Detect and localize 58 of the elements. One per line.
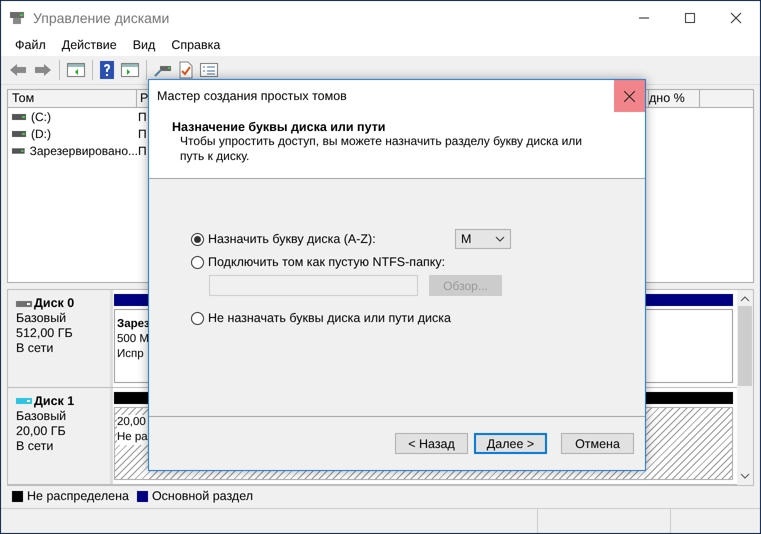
scroll-up-icon[interactable] xyxy=(740,296,750,302)
console-tree-icon[interactable] xyxy=(67,63,85,77)
legend-label: Не распределена xyxy=(27,489,129,503)
disk-type: Базовый xyxy=(16,311,68,326)
disk-connect-icon[interactable] xyxy=(154,63,172,77)
dialog-close-button[interactable] xyxy=(614,80,645,112)
disk-size: 512,00 ГБ xyxy=(16,326,74,341)
table-cell: П xyxy=(138,126,147,140)
cancel-button[interactable]: Отмена xyxy=(561,433,634,454)
menu-item[interactable]: Вид xyxy=(132,38,156,52)
menu-item[interactable]: Действие xyxy=(62,38,117,52)
table-cell: Зарезервировано... xyxy=(30,144,138,158)
back-button[interactable]: < Назад xyxy=(395,433,468,454)
action-pane-icon[interactable] xyxy=(121,63,139,77)
help-icon[interactable] xyxy=(100,61,114,79)
table-cell: (C:) xyxy=(31,110,51,124)
radio-option[interactable]: Не назначать буквы диска или пути диска xyxy=(191,311,455,325)
forward-arrow-icon[interactable] xyxy=(34,63,52,77)
partition-text: 20,00 xyxy=(117,414,147,430)
table-cell: (D:) xyxy=(31,126,51,140)
dialog-title: Мастер создания простых томов xyxy=(157,89,347,103)
disk-status: В сети xyxy=(16,341,54,356)
disk-status: В сети xyxy=(16,438,54,454)
checked-document-icon[interactable] xyxy=(179,61,193,79)
window-title: Управление дисками xyxy=(33,10,170,26)
next-button[interactable]: Далее > xyxy=(474,433,547,454)
table-cell: П xyxy=(138,144,147,158)
menu-item[interactable]: Файл xyxy=(15,38,46,52)
partition-text: Не ра xyxy=(117,430,148,444)
disk-type: Базовый xyxy=(16,408,68,424)
drive-icon xyxy=(12,148,25,154)
chevron-down-icon xyxy=(495,236,505,242)
radio-button[interactable] xyxy=(191,312,204,324)
table-cell: П xyxy=(138,110,147,124)
radio-option[interactable]: Назначить букву диска (A-Z): xyxy=(191,232,455,246)
menu-item[interactable]: Справка xyxy=(171,38,220,52)
disk-management-icon xyxy=(9,10,25,24)
disk-name: Диск 0 xyxy=(34,296,74,311)
partition-text: 500 М xyxy=(117,332,150,347)
maximize-icon[interactable] xyxy=(684,12,696,24)
legend-label: Основной раздел xyxy=(152,489,254,503)
disk-size: 20,00 ГБ xyxy=(16,424,67,438)
scroll-down-icon[interactable] xyxy=(740,473,750,479)
drive-icon xyxy=(12,114,26,120)
close-icon[interactable] xyxy=(730,12,742,24)
close-icon xyxy=(624,90,635,102)
drive-letter-dropdown[interactable]: M xyxy=(455,229,511,249)
back-arrow-icon[interactable] xyxy=(9,63,27,77)
dialog-heading: Назначение буквы диска или пути xyxy=(172,120,386,134)
drive-icon xyxy=(12,130,26,136)
checklist-icon[interactable] xyxy=(200,63,218,77)
dialog-subtitle: Чтобы упростить доступ, вы можете назначить разделу букву диска или путь к диску. xyxy=(179,134,584,164)
partition-text: Испр xyxy=(117,347,145,362)
column-header[interactable]: дно % xyxy=(649,90,700,107)
radio-button[interactable] xyxy=(191,232,204,246)
disk-name: Диск 1 xyxy=(34,394,74,408)
column-header[interactable]: Том xyxy=(8,90,137,107)
partition-text: Зарез xyxy=(117,317,150,332)
